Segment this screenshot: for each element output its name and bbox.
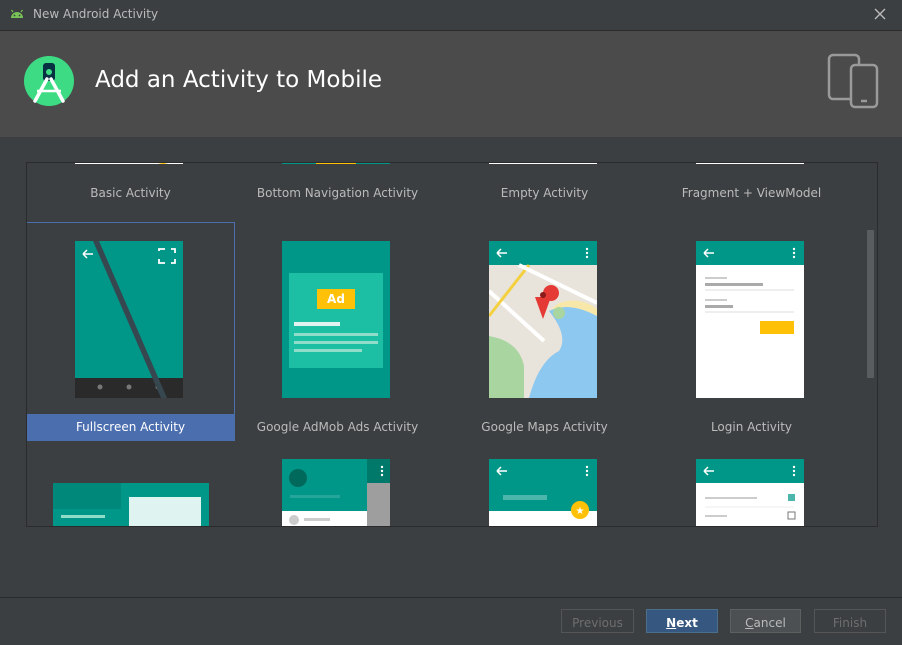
- next-button[interactable]: Next: [646, 609, 718, 633]
- cancel-mnemonic: C: [745, 616, 754, 630]
- tile-fragment-viewmodel[interactable]: Fragment + ViewModel: [648, 163, 855, 206]
- navigation-drawer-preview: [282, 459, 390, 526]
- title-bar: New Android Activity: [0, 0, 902, 31]
- tile-label: Fragment + ViewModel: [681, 186, 822, 200]
- previous-button[interactable]: Previous: [561, 609, 634, 633]
- tile-bottom-navigation-activity[interactable]: Bottom Navigation Activity: [234, 163, 441, 206]
- window-title: New Android Activity: [33, 7, 159, 21]
- tile-google-admob-ads-activity[interactable]: Ad Google AdMob Ads Activity: [234, 223, 441, 440]
- tile-label: Google Maps Activity: [481, 420, 608, 434]
- tile-basic-activity[interactable]: Basic Activity: [27, 163, 234, 206]
- ad-badge: Ad: [327, 292, 345, 306]
- tile-navigation-drawer-activity[interactable]: [234, 441, 441, 526]
- master-detail-preview: [53, 483, 209, 526]
- wizard-header: Add an Activity to Mobile: [0, 31, 902, 137]
- tile-fullscreen-activity[interactable]: Fullscreen Activity: [27, 222, 235, 441]
- tile-google-maps-activity[interactable]: Google Maps Activity: [441, 223, 648, 440]
- tile-label: Google AdMob Ads Activity: [256, 420, 419, 434]
- svg-text:★: ★: [576, 506, 585, 517]
- tile-empty-activity[interactable]: Empty Activity: [441, 163, 648, 206]
- footer-divider: [0, 597, 902, 598]
- fragment-viewmodel-preview: [696, 163, 804, 164]
- bottom-navigation-preview: [282, 163, 390, 164]
- admob-preview: [282, 241, 390, 398]
- google-maps-preview: [489, 241, 597, 398]
- activity-gallery[interactable]: Basic Activity Bottom Navigation Activit…: [26, 162, 878, 527]
- tile-settings-activity[interactable]: [648, 441, 855, 526]
- next-mnemonic: N: [666, 616, 677, 630]
- scrolling-activity-preview: ★: [489, 459, 597, 526]
- android-studio-logo: [24, 56, 74, 106]
- next-label-rest: ext: [676, 616, 698, 630]
- gallery-scrollbar[interactable]: [867, 230, 874, 378]
- android-icon: [11, 9, 23, 18]
- login-activity-preview: [696, 241, 804, 398]
- fullscreen-activity-preview: [75, 241, 183, 398]
- settings-activity-preview: [696, 459, 804, 526]
- cancel-label-rest: ancel: [753, 616, 786, 630]
- tile-master-detail-flow[interactable]: [27, 441, 234, 526]
- tile-login-activity[interactable]: Login Activity: [648, 223, 855, 440]
- close-icon[interactable]: [872, 6, 888, 22]
- tile-label: Bottom Navigation Activity: [256, 186, 419, 200]
- page-title: Add an Activity to Mobile: [95, 67, 382, 93]
- tile-label: Login Activity: [710, 420, 793, 434]
- finish-button[interactable]: Finish: [814, 609, 886, 633]
- tile-label: Basic Activity: [90, 186, 171, 200]
- empty-activity-preview: [489, 163, 597, 164]
- tile-label: Empty Activity: [500, 186, 589, 200]
- basic-activity-preview: [75, 163, 183, 164]
- cancel-button[interactable]: Cancel: [730, 609, 801, 633]
- devices-icon: [827, 53, 879, 109]
- tile-scrolling-activity[interactable]: ★: [441, 441, 648, 526]
- tile-label: Fullscreen Activity: [27, 414, 234, 440]
